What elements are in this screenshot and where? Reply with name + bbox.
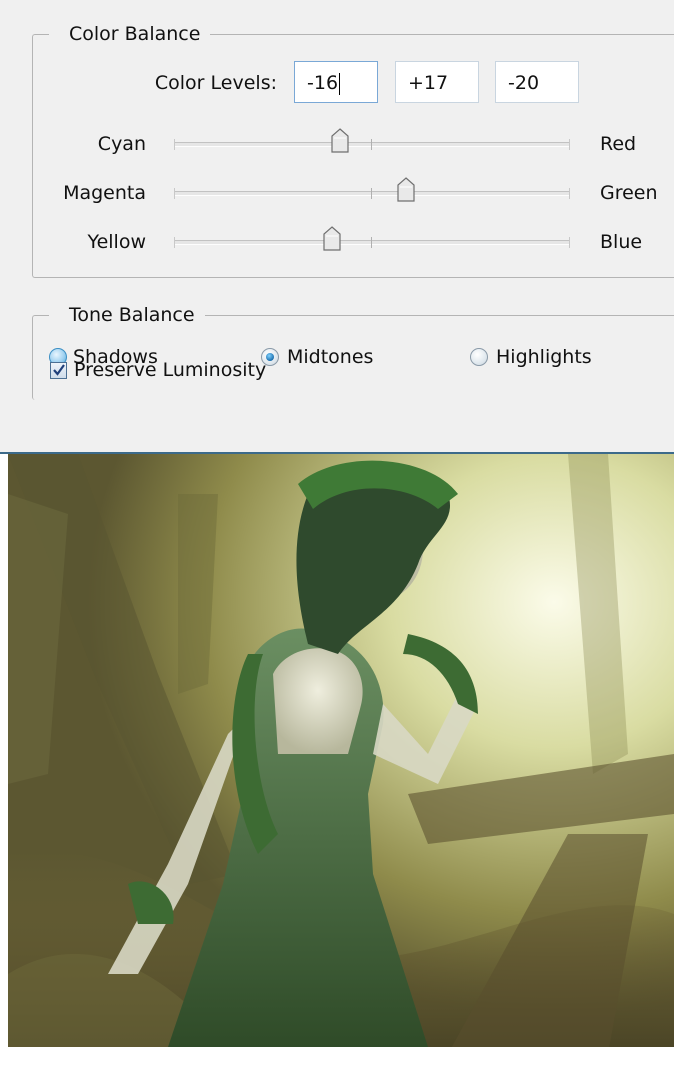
color-balance-title: Color Balance — [49, 21, 211, 47]
color-levels-label: Color Levels: — [154, 72, 277, 94]
color-level-cyan-red-value: -16 — [307, 72, 339, 94]
track-end-tick — [569, 237, 570, 248]
slider-label-magenta: Magenta — [63, 182, 146, 204]
track-center-tick — [371, 139, 372, 150]
track-end-tick — [569, 188, 570, 199]
yellow-blue-slider-thumb[interactable] — [322, 226, 342, 252]
color-level-yellow-blue-input[interactable]: -20 — [495, 61, 579, 103]
magenta-green-slider-track[interactable] — [174, 188, 570, 199]
track-start-tick — [174, 237, 175, 248]
text-caret — [339, 72, 341, 95]
preserve-luminosity-checkbox[interactable] — [50, 362, 67, 379]
checkmark-icon — [53, 364, 65, 376]
magenta-green-slider-thumb[interactable] — [396, 177, 416, 203]
slider-label-red: Red — [600, 133, 637, 155]
cyan-red-slider-thumb[interactable] — [330, 128, 350, 154]
track-end-tick — [569, 139, 570, 150]
forest-portrait-image — [8, 454, 674, 1047]
slider-label-cyan: Cyan — [97, 133, 146, 155]
yellow-blue-slider-track[interactable] — [174, 237, 570, 248]
color-level-cyan-red-input[interactable]: -16 — [294, 61, 378, 103]
slider-label-blue: Blue — [600, 231, 643, 253]
highlights-label[interactable]: Highlights — [496, 345, 592, 369]
slider-label-green: Green — [600, 182, 658, 204]
color-level-magenta-green-input[interactable]: +17 — [395, 61, 479, 103]
cyan-red-slider-track[interactable] — [174, 139, 570, 150]
slider-label-yellow: Yellow — [87, 231, 147, 253]
track-center-tick — [371, 188, 372, 199]
track-center-tick — [371, 237, 372, 248]
track-start-tick — [174, 188, 175, 199]
preserve-luminosity-label[interactable]: Preserve Luminosity — [74, 358, 266, 382]
track-start-tick — [174, 139, 175, 150]
preview-image — [8, 454, 674, 1047]
tone-balance-title: Tone Balance — [49, 302, 205, 328]
color-balance-dialog: Color Balance Color Levels: -16 +17 -20 … — [0, 0, 674, 452]
highlights-radio[interactable] — [470, 348, 488, 366]
midtones-label[interactable]: Midtones — [287, 345, 373, 369]
